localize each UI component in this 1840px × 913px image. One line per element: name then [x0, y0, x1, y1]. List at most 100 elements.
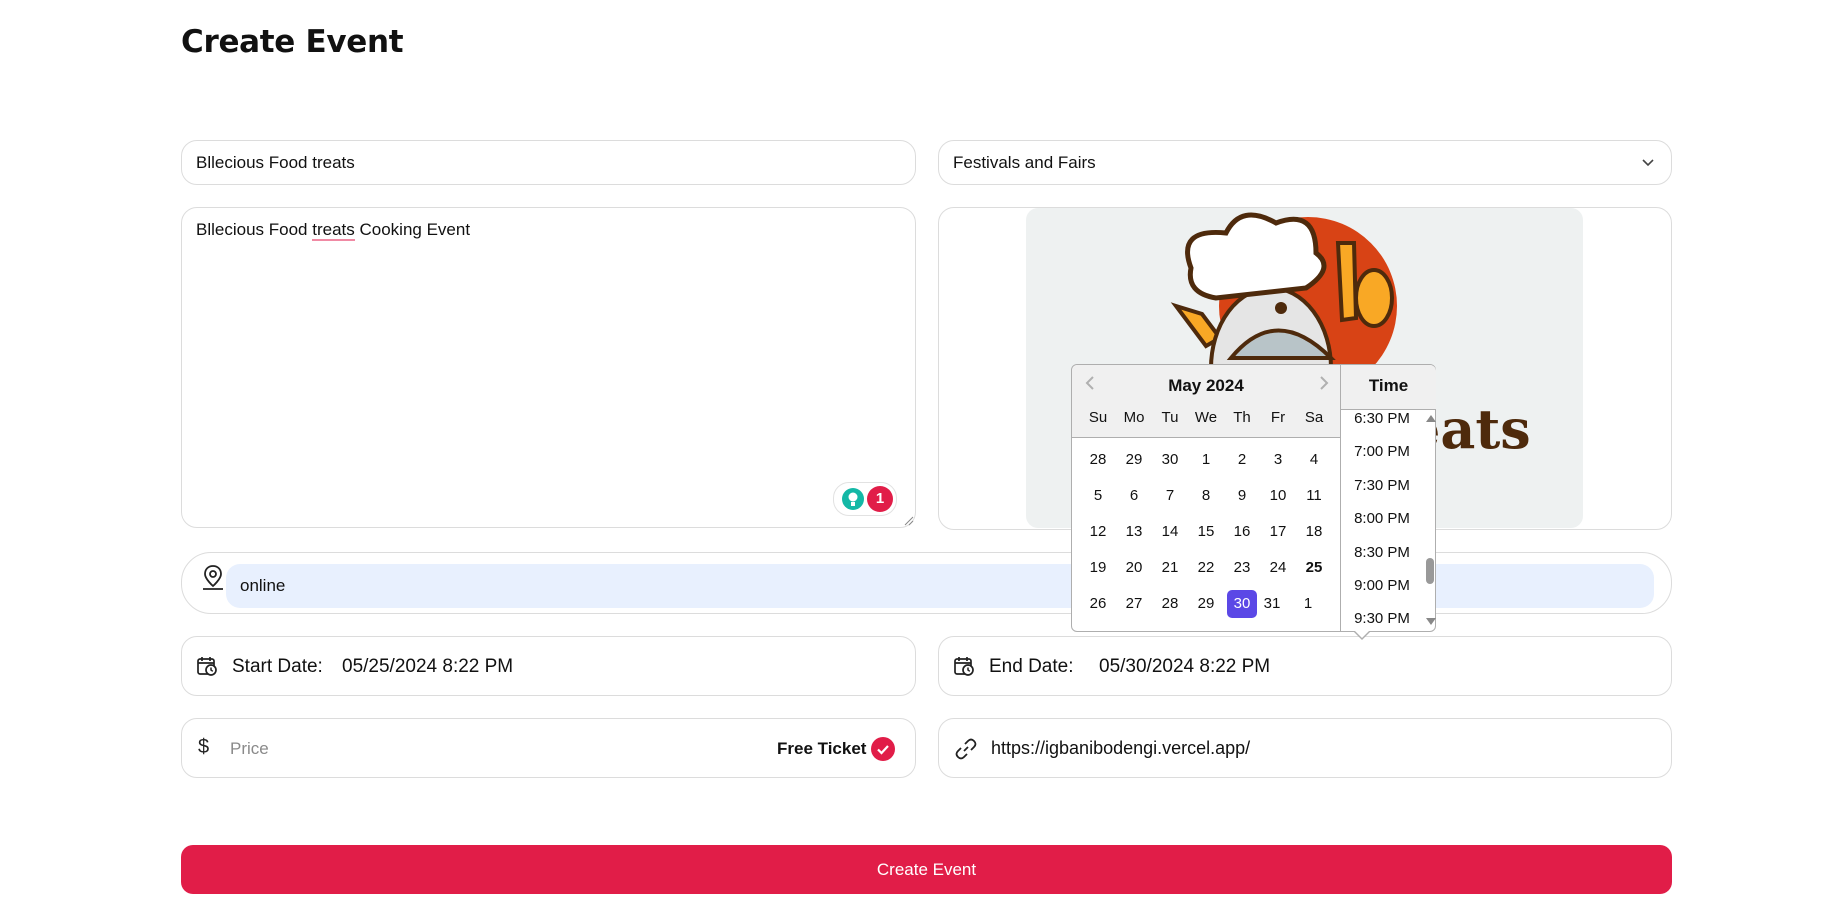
calendar-day[interactable]: 14 [1152, 518, 1188, 546]
map-pin-icon [203, 565, 223, 590]
chevron-down-icon [1642, 159, 1654, 167]
time-option[interactable]: 9:00 PM [1341, 569, 1423, 602]
dollar-icon: $ [198, 736, 210, 758]
calendar-day[interactable]: 27 [1116, 590, 1152, 618]
location-value: online [240, 576, 286, 595]
end-date-label: End Date: [989, 656, 1074, 677]
calendar-day[interactable]: 5 [1080, 482, 1116, 510]
datepicker-pointer-inner [1354, 630, 1370, 638]
chevron-right-icon[interactable] [1312, 371, 1336, 395]
description-value: Bllecious Food treats Cooking Event [196, 220, 471, 241]
calendar-day[interactable]: 4 [1296, 446, 1332, 474]
time-option[interactable]: 7:30 PM [1341, 469, 1423, 502]
price-placeholder[interactable]: Price [230, 739, 269, 759]
end-date-value[interactable]: 05/30/2024 8:22 PM [1099, 656, 1270, 678]
weekday-row: Su Mo Tu We Th Fr Sa [1080, 409, 1332, 426]
resize-handle-icon[interactable] [904, 516, 914, 526]
calendar-day[interactable]: 1 [1290, 590, 1326, 618]
calendar-day[interactable]: 6 [1116, 482, 1152, 510]
calendar-day[interactable]: 17 [1260, 518, 1296, 546]
event-title-value: Bllecious Food treats [196, 153, 355, 172]
calendar-day[interactable]: 22 [1188, 554, 1224, 582]
calendar-day[interactable]: 28 [1080, 446, 1116, 474]
free-ticket-label: Free Ticket [777, 739, 867, 758]
calendar-day[interactable]: 3 [1260, 446, 1296, 474]
calendar-day[interactable]: 23 [1224, 554, 1260, 582]
calendar-day[interactable]: 2 [1224, 446, 1260, 474]
time-option[interactable]: 7:00 PM [1341, 435, 1423, 468]
weekday-label: Th [1233, 409, 1251, 426]
location-input[interactable]: online [226, 564, 1654, 608]
calendar-day[interactable]: 19 [1080, 554, 1116, 582]
time-scrollbar[interactable] [1424, 409, 1436, 631]
calendar-week: 28 29 30 1 2 3 4 [1080, 445, 1332, 481]
calendar-week: 26 27 28 29 30 31 1 [1080, 589, 1332, 625]
calendar-day[interactable]: 12 [1080, 518, 1116, 546]
weekday-label: Sa [1304, 409, 1324, 426]
event-title-input[interactable]: Bllecious Food treats [181, 140, 916, 185]
grammar-checker-widget[interactable]: 1 [833, 482, 897, 516]
time-option[interactable]: 8:30 PM [1341, 536, 1423, 569]
start-date-field[interactable]: Start Date: 05/25/2024 8:22 PM [181, 636, 916, 696]
category-selected-value: Festivals and Fairs [953, 153, 1096, 172]
datepicker-header: May 2024 Su Mo Tu We Th Fr Sa [1072, 365, 1340, 438]
calendar-day[interactable]: 29 [1188, 590, 1224, 618]
lightbulb-icon [842, 488, 864, 510]
link-icon [955, 738, 977, 760]
event-url-value: https://igbanibodengi.vercel.app/ [991, 738, 1251, 758]
free-ticket-checkbox[interactable] [871, 737, 895, 761]
time-column: Time 6:30 PM 7:00 PM 7:30 PM 8:00 PM 8:3… [1340, 365, 1436, 631]
calendar-clock-icon [197, 657, 217, 676]
weekday-label: Fr [1270, 409, 1286, 426]
page-title: Create Event [181, 24, 404, 60]
calendar-day[interactable]: 28 [1152, 590, 1188, 618]
time-option[interactable]: 8:00 PM [1341, 502, 1423, 535]
calendar-grid: 28 29 30 1 2 3 4 5 6 7 8 9 10 11 12 13 1… [1080, 445, 1332, 625]
calendar-day[interactable]: 26 [1080, 590, 1116, 618]
calendar-day[interactable]: 13 [1116, 518, 1152, 546]
scroll-up-icon[interactable] [1426, 415, 1436, 422]
weekday-label: We [1194, 409, 1218, 426]
check-circle-icon [877, 745, 889, 755]
scrollbar-thumb[interactable] [1426, 558, 1434, 584]
create-event-button[interactable]: Create Event [181, 845, 1672, 894]
description-textarea[interactable]: Bllecious Food treats Cooking Event [181, 207, 916, 528]
calendar-day[interactable]: 31 [1254, 590, 1290, 618]
calendar-day-today[interactable]: 25 [1296, 554, 1332, 582]
calendar-day[interactable]: 29 [1116, 446, 1152, 474]
calendar-day[interactable]: 11 [1296, 482, 1332, 510]
time-list: 6:30 PM 7:00 PM 7:30 PM 8:00 PM 8:30 PM … [1341, 409, 1423, 631]
calendar-day[interactable]: 15 [1188, 518, 1224, 546]
datepicker-month: May 2024 [1168, 376, 1244, 395]
start-date-label: Start Date: [232, 656, 323, 677]
time-option[interactable]: 9:30 PM [1341, 602, 1423, 631]
calendar-week: 5 6 7 8 9 10 11 [1080, 481, 1332, 517]
calendar-day[interactable]: 8 [1188, 482, 1224, 510]
calendar-week: 12 13 14 15 16 17 18 [1080, 517, 1332, 553]
end-date-field[interactable]: End Date: 05/30/2024 8:22 PM [938, 636, 1672, 696]
calendar-week: 19 20 21 22 23 24 25 [1080, 553, 1332, 589]
calendar-day[interactable]: 7 [1152, 482, 1188, 510]
grammar-issue-count: 1 [867, 486, 893, 512]
scroll-down-icon[interactable] [1426, 618, 1436, 625]
weekday-label: Su [1088, 409, 1108, 426]
event-url-field[interactable]: https://igbanibodengi.vercel.app/ [938, 718, 1672, 778]
datepicker-popup: May 2024 Su Mo Tu We Th Fr Sa 28 29 30 1… [1071, 364, 1436, 632]
price-field[interactable]: $ Price Free Ticket [181, 718, 916, 778]
category-select[interactable]: Festivals and Fairs [938, 140, 1672, 185]
calendar-day[interactable]: 20 [1116, 554, 1152, 582]
calendar-day[interactable]: 18 [1296, 518, 1332, 546]
calendar-day[interactable]: 21 [1152, 554, 1188, 582]
calendar-day[interactable]: 24 [1260, 554, 1296, 582]
calendar-day[interactable]: 1 [1188, 446, 1224, 474]
calendar-day[interactable]: 10 [1260, 482, 1296, 510]
calendar-clock-icon [954, 657, 974, 676]
calendar-day[interactable]: 30 [1152, 446, 1188, 474]
calendar-day-selected[interactable]: 30 [1227, 590, 1257, 618]
calendar-day[interactable]: 9 [1224, 482, 1260, 510]
time-header: Time [1341, 365, 1436, 410]
weekday-label: Mo [1123, 409, 1145, 426]
calendar-day[interactable]: 16 [1224, 518, 1260, 546]
start-date-value[interactable]: 05/25/2024 8:22 PM [342, 656, 513, 678]
time-option[interactable]: 6:30 PM [1341, 409, 1423, 435]
